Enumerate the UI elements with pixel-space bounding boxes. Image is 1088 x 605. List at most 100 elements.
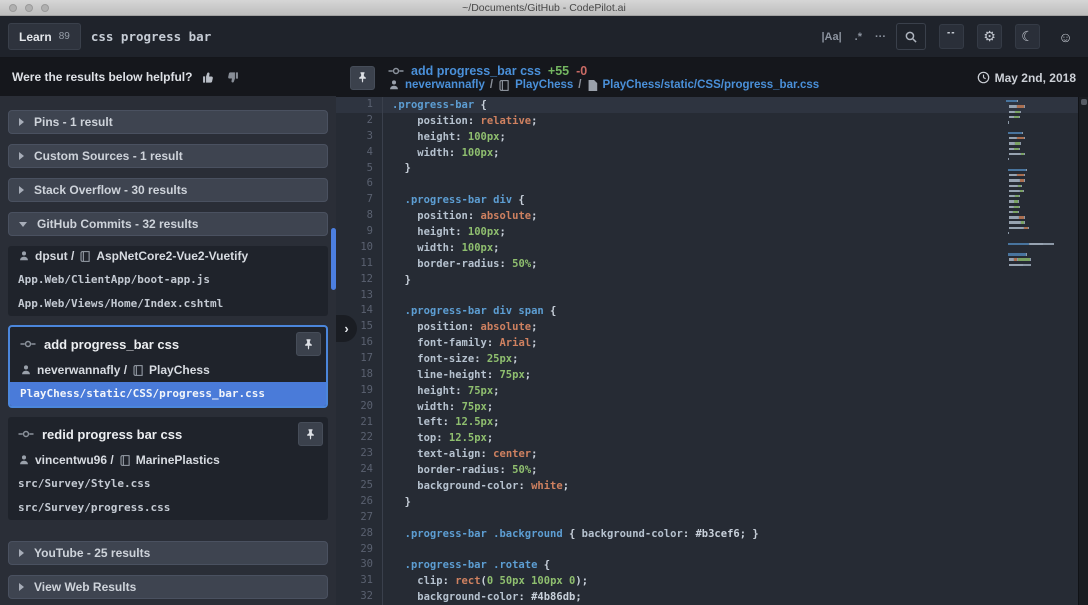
pin-button[interactable] xyxy=(296,332,321,356)
clock-icon xyxy=(977,71,990,84)
window-title: ~/Documents/GitHub - CodePilot.ai xyxy=(462,2,626,14)
line-number: 7 xyxy=(336,192,383,208)
commit-title: add progress_bar css xyxy=(44,337,288,352)
commit-repo-link[interactable]: PlayChess xyxy=(515,79,573,91)
additions-count: +55 xyxy=(548,64,569,78)
snippets-button[interactable]: “ xyxy=(939,24,964,49)
regex-toggle[interactable]: .* xyxy=(855,31,862,43)
sidebar-section-custom-sources[interactable]: Custom Sources - 1 result xyxy=(8,144,328,168)
commit-result-card[interactable]: dpsut /AspNetCore2-Vue2-VuetifyApp.Web/C… xyxy=(8,246,328,316)
code-line: 7 .progress-bar div { xyxy=(336,192,1088,208)
settings-button[interactable]: ⚙ xyxy=(977,24,1002,49)
user-icon xyxy=(18,250,30,262)
result-file-path[interactable]: src/Survey/Style.css xyxy=(8,472,328,496)
commit-date: May 2nd, 2018 xyxy=(977,71,1076,85)
codepilot-window: ~/Documents/GitHub - CodePilot.ai Learn … xyxy=(0,0,1088,605)
commit-result-card[interactable]: redid progress bar cssvincentwu96 /Marin… xyxy=(8,417,328,520)
commit-icon xyxy=(18,428,34,440)
sidebar-section-github-commits[interactable]: GitHub Commits - 32 results xyxy=(8,212,328,236)
zoom-window-button[interactable] xyxy=(41,4,49,12)
search-input[interactable] xyxy=(91,29,822,44)
commit-icon xyxy=(388,65,404,77)
code-scrollbar-thumb[interactable] xyxy=(1081,99,1087,105)
thumbs-up-icon[interactable] xyxy=(201,70,216,85)
code-line: 2 position: relative; xyxy=(336,113,1088,129)
line-number: 25 xyxy=(336,478,383,494)
line-number: 20 xyxy=(336,399,383,415)
result-file-path[interactable]: PlayChess/static/CSS/progress_bar.css xyxy=(10,382,326,406)
code-line: 29 xyxy=(336,542,1088,558)
code-line: 31 clip: rect(0 50px 100px 0); xyxy=(336,573,1088,589)
line-number: 2 xyxy=(336,113,383,129)
sidebar-section-view-web-results[interactable]: View Web Results xyxy=(8,575,328,599)
repo-icon xyxy=(132,364,144,377)
code-line: 3 height: 100px; xyxy=(336,129,1088,145)
pin-result-button[interactable] xyxy=(350,66,375,90)
chevron-right-icon xyxy=(19,152,24,160)
pin-button[interactable] xyxy=(298,422,323,446)
result-file-path[interactable]: App.Web/ClientApp/boot-app.js xyxy=(8,268,328,292)
commit-author-link[interactable]: neverwannafly xyxy=(405,79,485,91)
user-icon xyxy=(18,454,30,466)
dark-mode-button[interactable]: ☾ xyxy=(1015,24,1040,49)
learn-count-badge: 89 xyxy=(59,31,70,42)
code-line: 5 } xyxy=(336,161,1088,177)
code-line: 13 xyxy=(336,288,1088,304)
sidebar-section-youtube[interactable]: YouTube - 25 results xyxy=(8,541,328,565)
match-case-toggle[interactable]: |Aa| xyxy=(821,31,841,43)
code-line: 30 .progress-bar .rotate { xyxy=(336,557,1088,573)
commit-file-link[interactable]: PlayChess/static/CSS/progress_bar.css xyxy=(603,79,820,91)
smiley-icon: ☺ xyxy=(1058,29,1072,45)
commit-result-card[interactable]: add progress_bar cssneverwannafly /PlayC… xyxy=(8,325,328,408)
result-file-path[interactable]: src/Survey/progress.css xyxy=(8,496,328,520)
code-scrollbar[interactable] xyxy=(1078,97,1088,605)
chevron-down-icon xyxy=(19,222,27,227)
search-field[interactable]: |Aa| .* ··· xyxy=(91,23,926,50)
results-list: Pins - 1 result Custom Sources - 1 result… xyxy=(0,96,336,605)
path-separator: / xyxy=(578,79,581,91)
repo-icon xyxy=(119,454,131,467)
code-line: 8 position: absolute; xyxy=(336,208,1088,224)
commit-title: redid progress bar css xyxy=(42,427,290,442)
code-viewer: 1.progress-bar {2 position: relative;3 h… xyxy=(336,97,1088,605)
feedback-bar: Were the results below helpful? xyxy=(0,58,336,96)
learn-button[interactable]: Learn 89 xyxy=(8,23,81,50)
code-panel: add progress_bar css +55 -0 neverwannafl… xyxy=(336,58,1088,605)
line-number: 29 xyxy=(336,542,383,558)
code-line: 27 xyxy=(336,510,1088,526)
window-controls[interactable] xyxy=(9,4,49,12)
file-icon xyxy=(587,79,598,92)
line-number: 4 xyxy=(336,145,383,161)
user-icon xyxy=(20,364,32,376)
code-line: 14 .progress-bar div span { xyxy=(336,303,1088,319)
code-minimap xyxy=(1006,100,1056,269)
section-label: GitHub Commits - 32 results xyxy=(37,217,198,231)
thumbs-down-icon[interactable] xyxy=(225,70,240,85)
section-label: Stack Overflow - 30 results xyxy=(34,183,187,197)
line-number: 12 xyxy=(336,272,383,288)
moon-icon: ☾ xyxy=(1021,28,1034,45)
minimize-window-button[interactable] xyxy=(25,4,33,12)
feedback-button[interactable]: ☺ xyxy=(1053,24,1078,49)
sidebar-section-pins[interactable]: Pins - 1 result xyxy=(8,110,328,134)
close-window-button[interactable] xyxy=(9,4,17,12)
line-number: 13 xyxy=(336,288,383,304)
line-number: 21 xyxy=(336,415,383,431)
repo-name: AspNetCore2-Vue2-Vuetify xyxy=(96,249,248,263)
code-line: 22 top: 12.5px; xyxy=(336,430,1088,446)
code-line: 6 xyxy=(336,176,1088,192)
code-line: 1.progress-bar { xyxy=(336,97,1088,113)
section-label: Custom Sources - 1 result xyxy=(34,149,183,163)
chevron-right-icon xyxy=(19,583,24,591)
line-number: 27 xyxy=(336,510,383,526)
result-file-path[interactable]: App.Web/Views/Home/Index.cshtml xyxy=(8,292,328,316)
code-line: 26 } xyxy=(336,494,1088,510)
search-button[interactable] xyxy=(896,23,926,50)
sidebar-section-stack-overflow[interactable]: Stack Overflow - 30 results xyxy=(8,178,328,202)
line-number: 30 xyxy=(336,557,383,573)
commit-title-link[interactable]: add progress_bar css xyxy=(411,64,541,78)
more-options-icon[interactable]: ··· xyxy=(875,31,886,43)
line-number: 18 xyxy=(336,367,383,383)
code-line: 24 border-radius: 50%; xyxy=(336,462,1088,478)
code-line: 17 font-size: 25px; xyxy=(336,351,1088,367)
